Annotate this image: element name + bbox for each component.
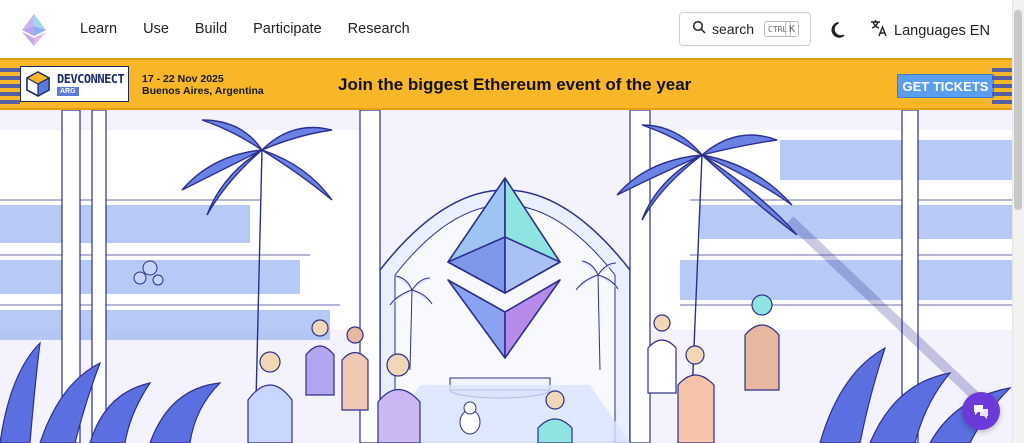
- scrollbar-thumb[interactable]: [1014, 10, 1022, 210]
- nav-item-use[interactable]: Use: [143, 21, 169, 37]
- nav-item-participate[interactable]: Participate: [253, 21, 322, 37]
- ethereum-logo-icon[interactable]: [22, 14, 46, 46]
- search-button[interactable]: search CTRL K: [679, 12, 811, 46]
- language-button[interactable]: Languages EN: [870, 19, 990, 42]
- devconnect-brand: DEVCONNECT: [57, 72, 125, 86]
- event-date: 17 - 22 Nov 2025: [142, 73, 224, 85]
- nav-item-build[interactable]: Build: [195, 21, 227, 37]
- event-location: Buenos Aires, Argentina: [142, 85, 264, 97]
- event-banner[interactable]: DEVCONNECT ARG 17 - 22 Nov 2025 Buenos A…: [0, 58, 1012, 110]
- hero-illustration: [0, 110, 1012, 443]
- nav-item-learn[interactable]: Learn: [80, 21, 117, 37]
- event-headline: Join the biggest Ethereum event of the y…: [338, 75, 692, 94]
- chat-button[interactable]: [962, 392, 1000, 430]
- top-navigation-bar: Learn Use Build Participate Research sea…: [0, 0, 1012, 58]
- nav-item-research[interactable]: Research: [348, 21, 410, 37]
- shortcut-k-key: K: [785, 21, 799, 37]
- search-icon: [692, 20, 706, 39]
- get-tickets-button[interactable]: GET TICKETS: [897, 74, 994, 98]
- main-nav: Learn Use Build Participate Research: [80, 0, 436, 58]
- chat-icon: [974, 405, 988, 419]
- moon-icon[interactable]: [830, 20, 850, 40]
- banner-stripes-left: [0, 66, 20, 104]
- devconnect-logo: DEVCONNECT ARG: [20, 66, 129, 102]
- banner-stripes-right: [992, 66, 1012, 104]
- devconnect-sub: ARG: [57, 87, 79, 96]
- translate-icon: [870, 19, 888, 42]
- devconnect-cube-icon: [25, 71, 51, 98]
- search-label: search: [712, 21, 755, 37]
- ethereum-atrium-illustration: [0, 110, 1012, 443]
- event-date-location: 17 - 22 Nov 2025 Buenos Aires, Argentina: [142, 73, 264, 97]
- language-label: Languages EN: [894, 22, 990, 39]
